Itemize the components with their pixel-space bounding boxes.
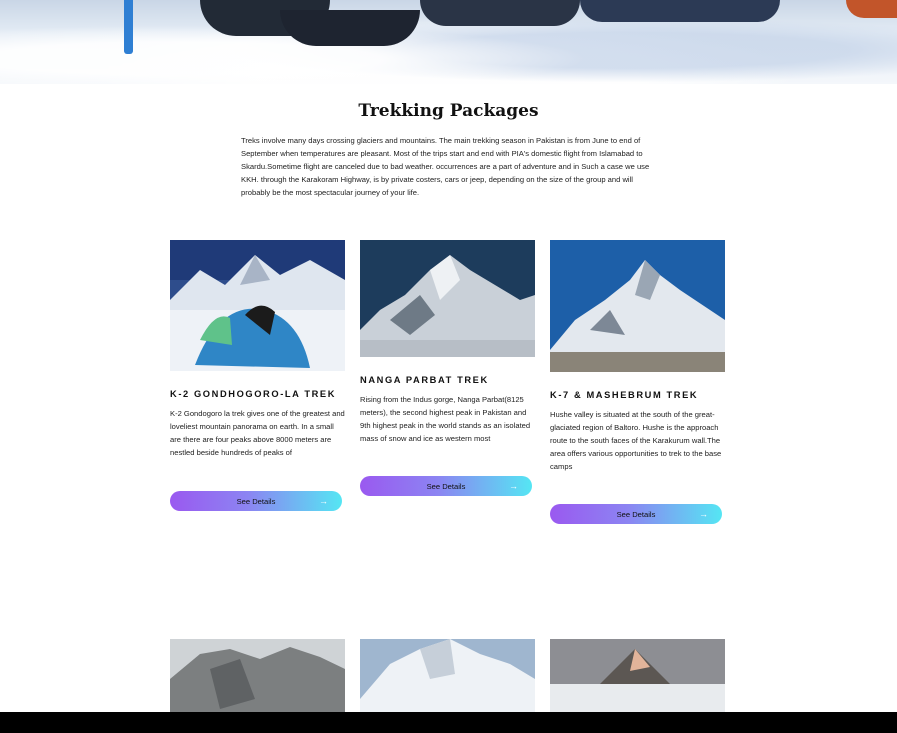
nanga-parbat-image[interactable]: [360, 240, 535, 357]
k7-mashebrum-image[interactable]: [550, 240, 725, 372]
arrow-right-icon: →: [319, 496, 328, 506]
k2-camp-image[interactable]: [170, 240, 345, 371]
hero-gear: [280, 10, 420, 46]
footer-bar: [0, 712, 897, 733]
card-title: K-7 & MASHEBRUM TREK: [550, 390, 699, 400]
button-label: See Details: [426, 481, 466, 491]
hero-banner: [0, 0, 897, 84]
hero-pole: [124, 0, 133, 54]
card-title: K-2 GONDHOGORO-LA TREK: [170, 389, 337, 399]
button-label: See Details: [236, 496, 276, 506]
package-card-k2: K-2 GONDHOGORO-LA TREK K-2 Gondogoro la …: [170, 240, 345, 459]
card-description: Hushe valley is situated at the south of…: [550, 410, 722, 471]
package-image[interactable]: [170, 639, 345, 712]
page-title: Trekking Packages: [358, 101, 539, 121]
card-description: Rising from the Indus gorge, Nanga Parba…: [360, 395, 531, 443]
package-image[interactable]: [360, 639, 535, 712]
card-description: K-2 Gondogoro la trek gives one of the g…: [170, 409, 345, 457]
package-card-k7-mashebrum: K-7 & MASHEBRUM TREK Hushe valley is sit…: [550, 240, 725, 473]
see-details-button[interactable]: See Details →: [360, 476, 532, 496]
arrow-right-icon: →: [509, 481, 518, 491]
see-details-button[interactable]: See Details →: [170, 491, 342, 511]
hero-gear: [580, 0, 780, 22]
hero-gear: [420, 0, 580, 26]
arrow-right-icon: →: [699, 509, 708, 519]
button-label: See Details: [616, 509, 656, 519]
intro-text: Treks involve many days crossing glacier…: [241, 136, 650, 197]
see-details-button[interactable]: See Details →: [550, 504, 722, 524]
card-title: NANGA PARBAT TREK: [360, 375, 489, 385]
package-card-nanga-parbat: NANGA PARBAT TREK Rising from the Indus …: [360, 240, 535, 445]
package-image[interactable]: [550, 639, 725, 712]
hero-tent: [846, 0, 897, 18]
